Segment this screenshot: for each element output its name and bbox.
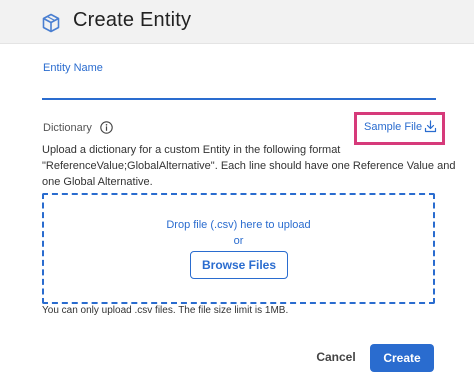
entity-name-label: Entity Name (43, 62, 103, 74)
dropzone-text: Drop file (.csv) here to upload (166, 219, 311, 231)
info-icon[interactable] (100, 121, 113, 134)
dropzone-or: or (233, 235, 244, 247)
sample-file-link[interactable]: Sample File (364, 121, 422, 133)
cancel-button[interactable]: Cancel (312, 345, 360, 369)
dialog-header: Create Entity (0, 0, 474, 44)
entity-name-input[interactable] (42, 76, 436, 100)
file-limit-note: You can only upload .csv files. The file… (42, 305, 289, 316)
dictionary-label: Dictionary (43, 122, 92, 134)
create-button[interactable]: Create (370, 344, 434, 372)
download-icon[interactable] (424, 120, 437, 133)
cube-icon (42, 13, 60, 33)
browse-files-button[interactable]: Browse Files (190, 251, 288, 279)
dictionary-description: Upload a dictionary for a custom Entity … (42, 144, 456, 188)
file-dropzone[interactable]: Drop file (.csv) here to upload or Brows… (42, 193, 435, 304)
dialog-title: Create Entity (73, 9, 192, 31)
